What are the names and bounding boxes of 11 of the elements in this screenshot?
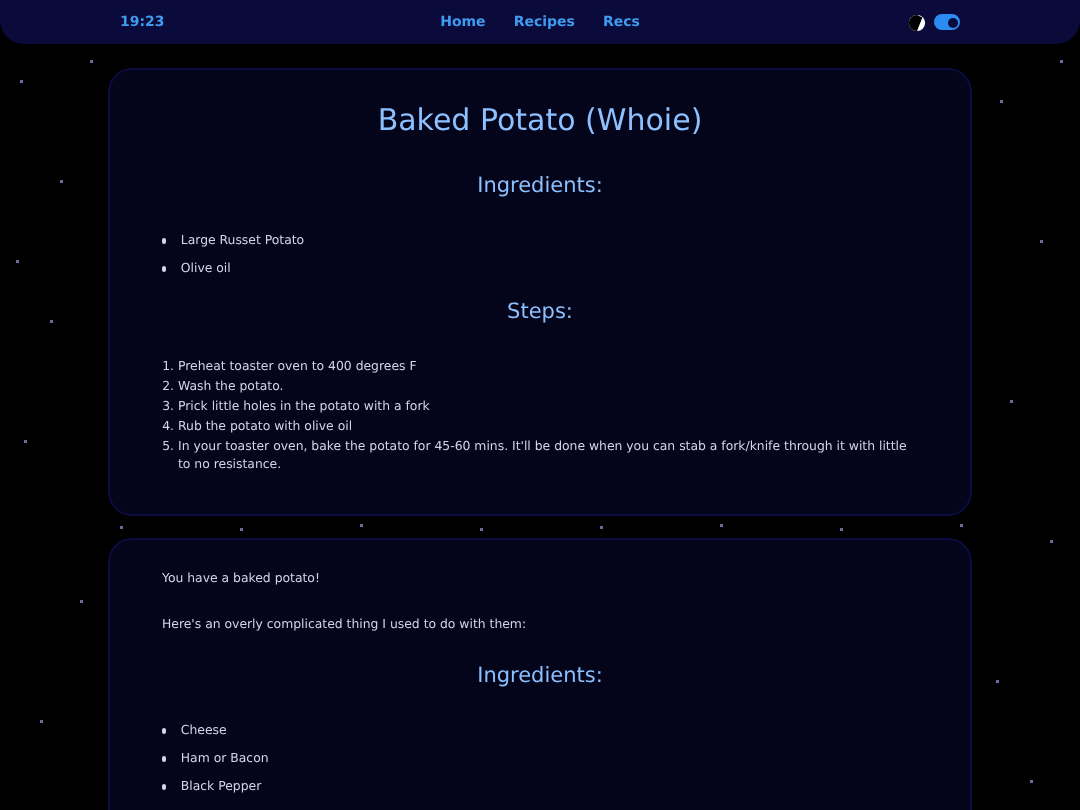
section-heading: Ingredients: [475,664,605,688]
theme-switch[interactable] [934,14,960,30]
bullet-icon [162,266,167,272]
contrast-icon[interactable] [908,13,926,31]
bullet-icon [162,784,167,790]
bullet-icon [162,728,167,734]
recipe-title: Baked Potato (Whoie) [375,102,705,138]
section-heading: Ingredients: [475,174,605,198]
section-heading: Steps: [505,300,575,324]
bullet-icon [162,756,167,762]
bullet-icon [162,238,167,244]
